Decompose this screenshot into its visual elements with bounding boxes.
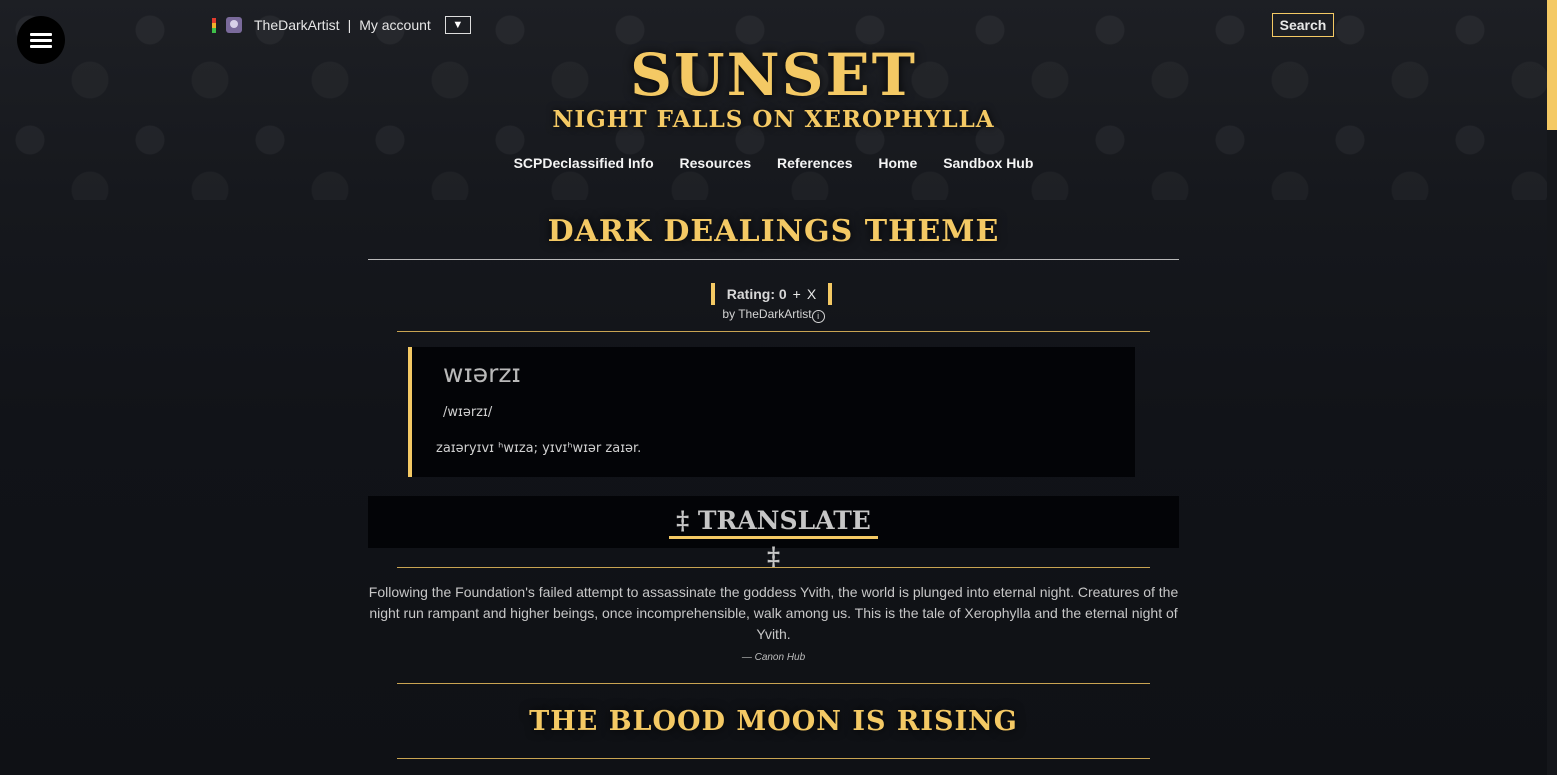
definition-pronunciation: /wɪərzɪ/ [443,405,493,420]
scrollbar[interactable] [1547,0,1557,775]
nav-resources[interactable]: Resources [680,155,752,171]
definition-text: zaɪəryɪvɪ ʰwɪza; yɪvɪʰwɪər zaɪər. [436,441,642,456]
byline: by TheDarkArtist i [0,307,1547,323]
account-dropdown-toggle[interactable]: ▼ [444,16,471,34]
username-link[interactable]: TheDarkArtist [254,17,340,33]
byline-prefix: by [722,307,736,321]
account-bar: TheDarkArtist | My account ▼ [212,15,471,35]
nav-sandbox-hub[interactable]: Sandbox Hub [943,155,1033,171]
rate-cancel-button[interactable]: X [807,286,816,302]
avatar[interactable] [226,17,242,33]
scrollbar-thumb[interactable] [1547,0,1557,130]
section-title: THE BLOOD MOON IS RISING [529,706,1018,737]
page-title: DARK DEALINGS THEME [547,214,1000,249]
site-subtitle: NIGHT FALLS ON XEROPHYLLA [552,106,995,133]
rating-value: Rating: 0 [726,286,787,302]
definition-box: wɪərzɪ /wɪərzɪ/ zaɪəryɪvɪ ʰwɪza; yɪvɪʰwɪ… [408,347,1135,477]
my-account-link[interactable]: My account [359,17,431,33]
page: TheDarkArtist | My account ▼ Search SUNS… [0,0,1557,775]
account-separator: | [347,17,352,33]
search-button[interactable]: Search [1272,13,1334,37]
blurb-bottom-divider [397,683,1150,684]
nav-home[interactable]: Home [878,155,917,171]
canon-blurb: Following the Foundation's failed attemp… [368,584,1179,642]
rating-module: Rating: 0 + X [711,283,832,305]
section-divider [397,758,1150,759]
top-navigation: SCPDeclassified Info Resources Reference… [0,155,1547,171]
title-divider [368,259,1179,260]
info-icon[interactable]: i [811,310,825,323]
translate-button[interactable]: ‡ TRANSLATE ‡ [669,503,878,571]
definition-word: wɪərzɪ [443,359,521,388]
nav-references[interactable]: References [777,155,853,171]
blurb-attribution[interactable]: — Canon Hub [0,652,1547,663]
site-title: SUNSET [630,41,917,109]
karma-icon [212,17,216,33]
blurb-top-divider [397,567,1150,568]
author-link[interactable]: TheDarkArtist [738,307,811,321]
rate-up-button[interactable]: + [793,286,801,302]
author-divider [397,331,1150,332]
nav-scpdeclassified-info[interactable]: SCPDeclassified Info [514,155,654,171]
